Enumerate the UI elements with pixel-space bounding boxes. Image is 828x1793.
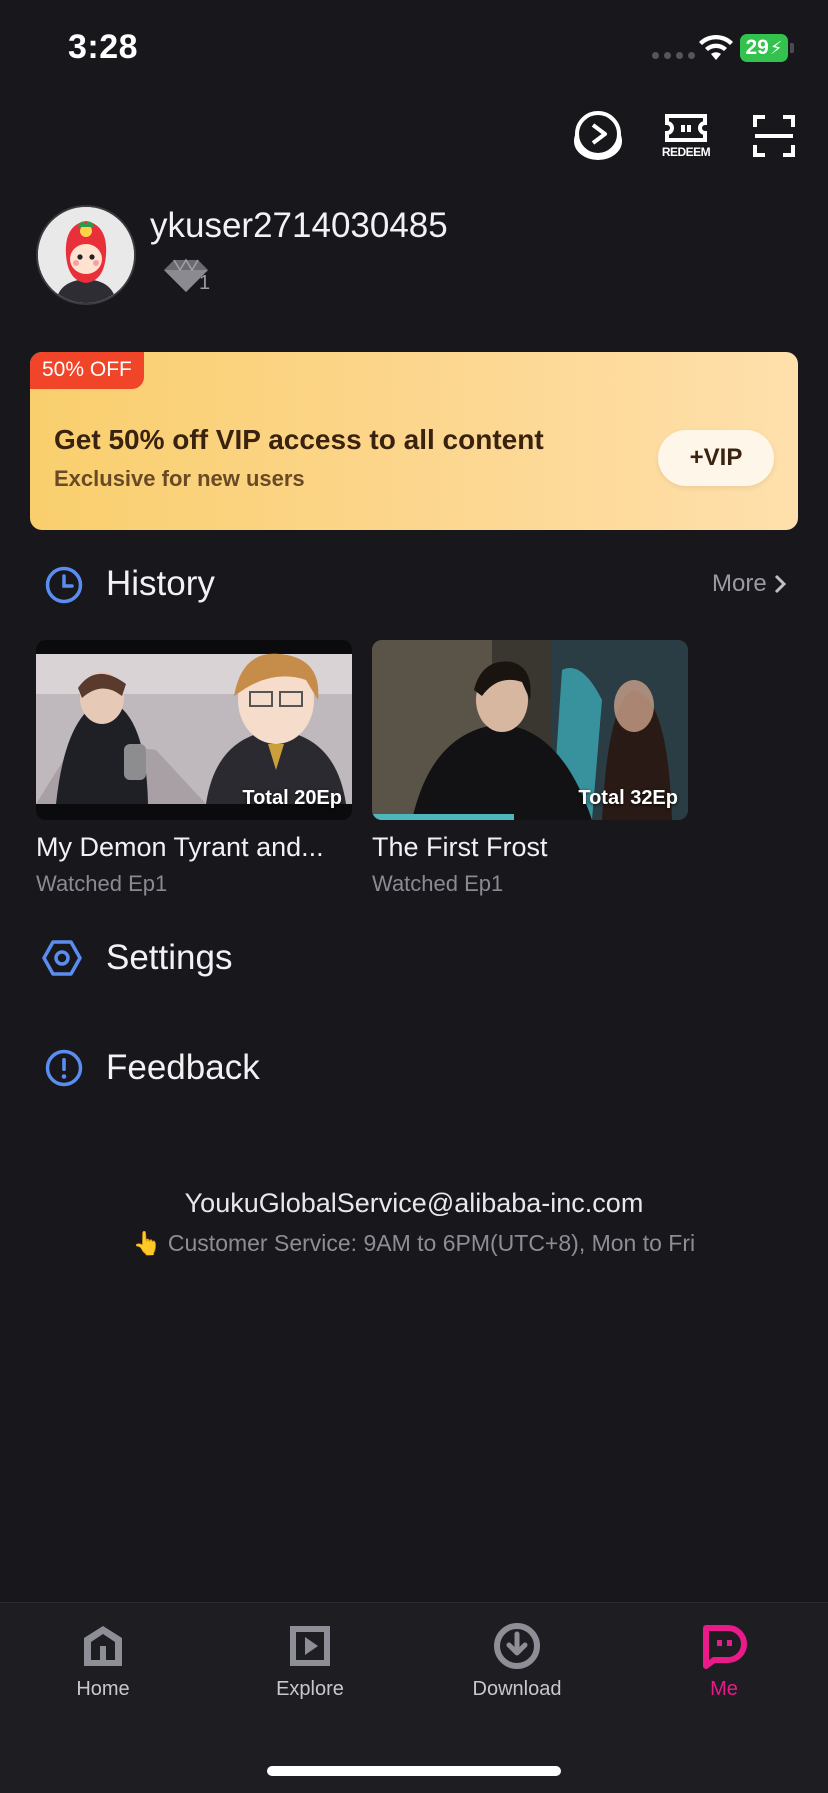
vip-button[interactable]: +VIP [658,430,774,486]
wifi-icon [699,34,733,60]
tab-download[interactable]: Download [447,1622,587,1701]
tab-me[interactable]: Me [654,1622,794,1701]
settings-row[interactable]: Settings [0,924,828,994]
history-card-title: My Demon Tyrant and... [36,832,324,862]
battery-icon: 29 ⚡ [740,34,788,62]
promo-title: Get 50% off VIP access to all content [54,424,544,455]
me-icon [703,1625,747,1669]
settings-hexagon-icon [42,940,82,976]
feedback-title: Feedback [106,1048,260,1087]
vip-level: 1 [199,272,211,294]
info-alert-icon [45,1049,83,1087]
settings-title: Settings [106,938,233,977]
history-thumbnail: Total 20Ep [36,640,352,820]
history-card-progress-text: Watched Ep1 [36,871,168,896]
tab-home[interactable]: Home [33,1622,173,1701]
tab-label-explore: Explore [276,1678,344,1700]
scan-icon[interactable] [746,108,802,164]
chevron-right-icon [774,574,786,594]
total-episodes: Total 32Ep [578,787,678,809]
history-card-progress-text: Watched Ep1 [372,871,504,896]
redeem-button[interactable]: REDEEM [658,108,714,164]
tab-explore[interactable]: Explore [240,1622,380,1701]
play-square-icon [290,1626,330,1666]
tab-label-me: Me [710,1678,738,1700]
vip-level-badge[interactable]: 1 [160,256,212,296]
battery-tip [790,43,794,53]
history-card-title: The First Frost [372,832,548,862]
support-email[interactable]: YoukuGlobalService@alibaba-inc.com [0,1188,828,1219]
feedback-row[interactable]: Feedback [0,1034,828,1104]
total-episodes: Total 20Ep [242,787,342,809]
history-title: History [106,564,215,603]
history-card[interactable]: Total 32Ep The First Frost Watched Ep1 [372,640,688,897]
vip-promo-banner[interactable]: 50% OFF Get 50% off VIP access to all co… [30,352,798,530]
history-thumbnail: Total 32Ep [372,640,688,820]
tab-label-download: Download [472,1678,562,1700]
status-time: 3:28 [68,28,139,66]
clock-icon [45,566,83,604]
home-indicator [267,1766,561,1776]
username: ykuser2714030485 [150,206,448,245]
history-card[interactable]: Total 20Ep My Demon Tyrant and... Watche… [36,640,352,897]
discount-badge: 50% OFF [30,352,144,389]
support-hours: 👆 Customer Service: 9AM to 6PM(UTC+8), M… [132,1230,696,1256]
watch-progress-bar [372,814,515,820]
coin-play-icon[interactable] [570,108,626,164]
tab-label-home: Home [76,1678,130,1700]
avatar[interactable] [36,205,136,305]
home-icon [84,1626,122,1666]
download-icon [494,1623,540,1669]
history-more-link[interactable]: More [712,570,787,598]
battery-level: 29 [745,36,769,59]
promo-subtitle: Exclusive for new users [54,466,305,491]
signal-icon [652,52,695,59]
more-label: More [712,570,767,597]
redeem-label: REDEEM [661,145,711,159]
ticket-icon [665,114,707,142]
